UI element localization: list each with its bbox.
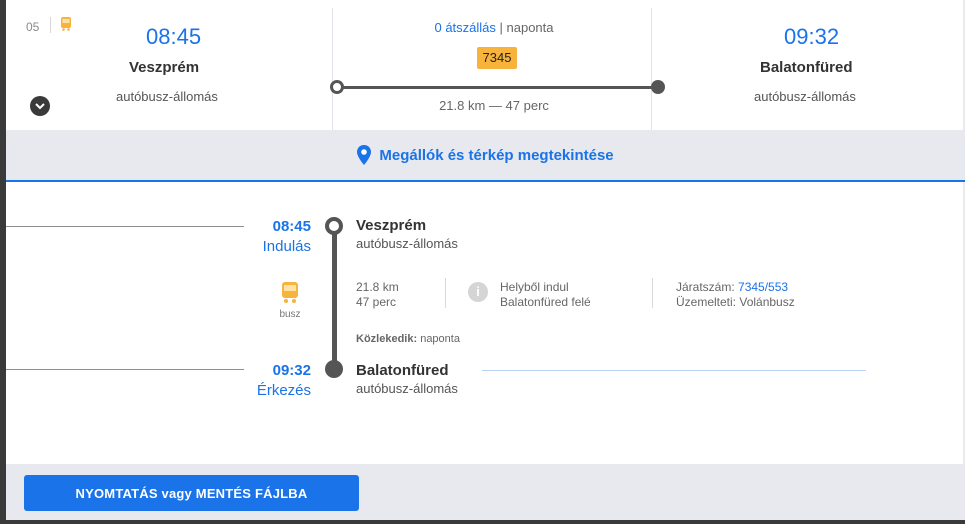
route-number-link[interactable]: 7345/553	[738, 280, 788, 294]
footer-bar: NYOMTATÁS vagy MENTÉS FÁJLBA	[6, 464, 963, 520]
arrival-place: Balatonfüred	[760, 59, 853, 76]
arrival-station: autóbusz-állomás	[754, 89, 856, 104]
route-summary: 05 08:45 Veszprém autóbusz-állomás 0 áts…	[6, 0, 963, 130]
start-time: 08:45	[272, 218, 311, 235]
start-place: Veszprém	[356, 217, 427, 234]
bus-icon	[282, 282, 298, 303]
route-badge: 7345	[477, 47, 517, 69]
transfers-link[interactable]: 0 átszállás	[434, 20, 495, 35]
departure-station: autóbusz-állomás	[116, 89, 218, 104]
departure-place: Veszprém	[129, 59, 200, 76]
start-station: autóbusz-állomás	[356, 236, 458, 251]
operates-value: naponta	[417, 333, 460, 345]
route-start-dot	[330, 80, 344, 94]
info-line-1: Helyből indul	[500, 280, 569, 294]
start-node	[325, 217, 343, 235]
map-link-label: Megállók és térkép megtekintése	[379, 146, 614, 164]
distance-block: 21.8 km 47 perc	[356, 280, 399, 310]
print-save-button[interactable]: NYOMTATÁS vagy MENTÉS FÁJLBA	[24, 475, 359, 511]
distance-time: 21.8 km — 47 perc	[439, 98, 549, 113]
timeline-left-line	[6, 369, 244, 370]
info-block: Helyből indul Balatonfüred felé	[500, 280, 591, 310]
end-place: Balatonfüred	[356, 362, 449, 379]
transfer-info: 0 átszállás | naponta	[336, 20, 652, 35]
duration: 47 perc	[356, 295, 397, 309]
view-stops-map-link[interactable]: Megállók és térkép megtekintése	[357, 145, 614, 165]
column-divider	[332, 8, 333, 130]
end-station: autóbusz-állomás	[356, 381, 458, 396]
chevron-down-icon	[35, 102, 45, 109]
mode-label: busz	[279, 309, 301, 320]
route-end-dot	[651, 80, 665, 94]
arrival-time: 09:32	[784, 24, 840, 49]
bus-icon	[61, 17, 71, 31]
info-icon: i	[468, 282, 488, 302]
divider	[50, 17, 51, 33]
operates-label: Közlekedik:	[356, 333, 418, 345]
timeline-left-line	[6, 226, 244, 227]
divider	[445, 278, 446, 308]
departure-time: 08:45	[146, 24, 202, 49]
expand-button[interactable]	[30, 96, 50, 116]
divider	[652, 278, 653, 308]
distance: 21.8 km	[356, 280, 399, 294]
map-pin-icon	[357, 145, 372, 165]
map-bar: Megállók és térkép megtekintése	[6, 130, 965, 182]
end-label: Érkezés	[256, 382, 311, 399]
info-line-2: Balatonfüred felé	[500, 295, 591, 309]
line-number: 05	[26, 20, 40, 34]
route-number-label: Járatszám:	[676, 280, 739, 294]
timeline-vertical-line	[332, 224, 337, 368]
start-label: Indulás	[262, 238, 311, 255]
route-bar	[336, 86, 658, 89]
route-info-block: Járatszám: 7345/553 Üzemelteti: Volánbus…	[676, 280, 795, 310]
frequency: naponta	[506, 20, 554, 35]
end-node	[325, 360, 343, 378]
arrival-underline	[482, 370, 866, 371]
end-time: 09:32	[272, 362, 311, 379]
panel-bottom-border	[0, 520, 965, 524]
route-detail-panel: 05 08:45 Veszprém autóbusz-állomás 0 áts…	[0, 0, 965, 524]
operates-line: Közlekedik: naponta	[356, 332, 460, 347]
operator: Üzemelteti: Volánbusz	[676, 295, 795, 309]
transfer-separator: |	[495, 20, 507, 35]
